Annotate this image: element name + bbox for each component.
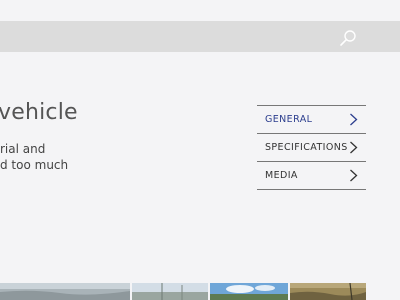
nav-item-general[interactable]: GENERAL	[257, 106, 366, 134]
section-nav: GENERAL SPECIFICATIONS MEDIA	[257, 105, 366, 190]
page-title: vehicle	[0, 100, 78, 125]
chevron-right-icon	[350, 141, 358, 154]
chevron-right-icon	[350, 113, 358, 126]
nav-item-specifications[interactable]: SPECIFICATIONS	[257, 134, 366, 162]
media-thumbnail[interactable]	[0, 283, 130, 300]
description-line: rial and	[0, 142, 46, 156]
description-line: d too much	[0, 158, 69, 172]
description-text: rial and d too much	[0, 141, 120, 173]
nav-item-label: GENERAL	[265, 114, 313, 125]
media-thumbnail[interactable]	[290, 283, 366, 300]
nav-item-media[interactable]: MEDIA	[257, 162, 366, 190]
nav-item-label: MEDIA	[265, 170, 298, 181]
media-thumbnail[interactable]	[132, 283, 208, 300]
chevron-right-icon	[350, 169, 358, 182]
nav-item-label: SPECIFICATIONS	[265, 142, 348, 153]
media-thumbnail[interactable]	[210, 283, 288, 300]
media-thumbnail-strip	[0, 283, 400, 300]
search-icon[interactable]	[339, 29, 357, 47]
